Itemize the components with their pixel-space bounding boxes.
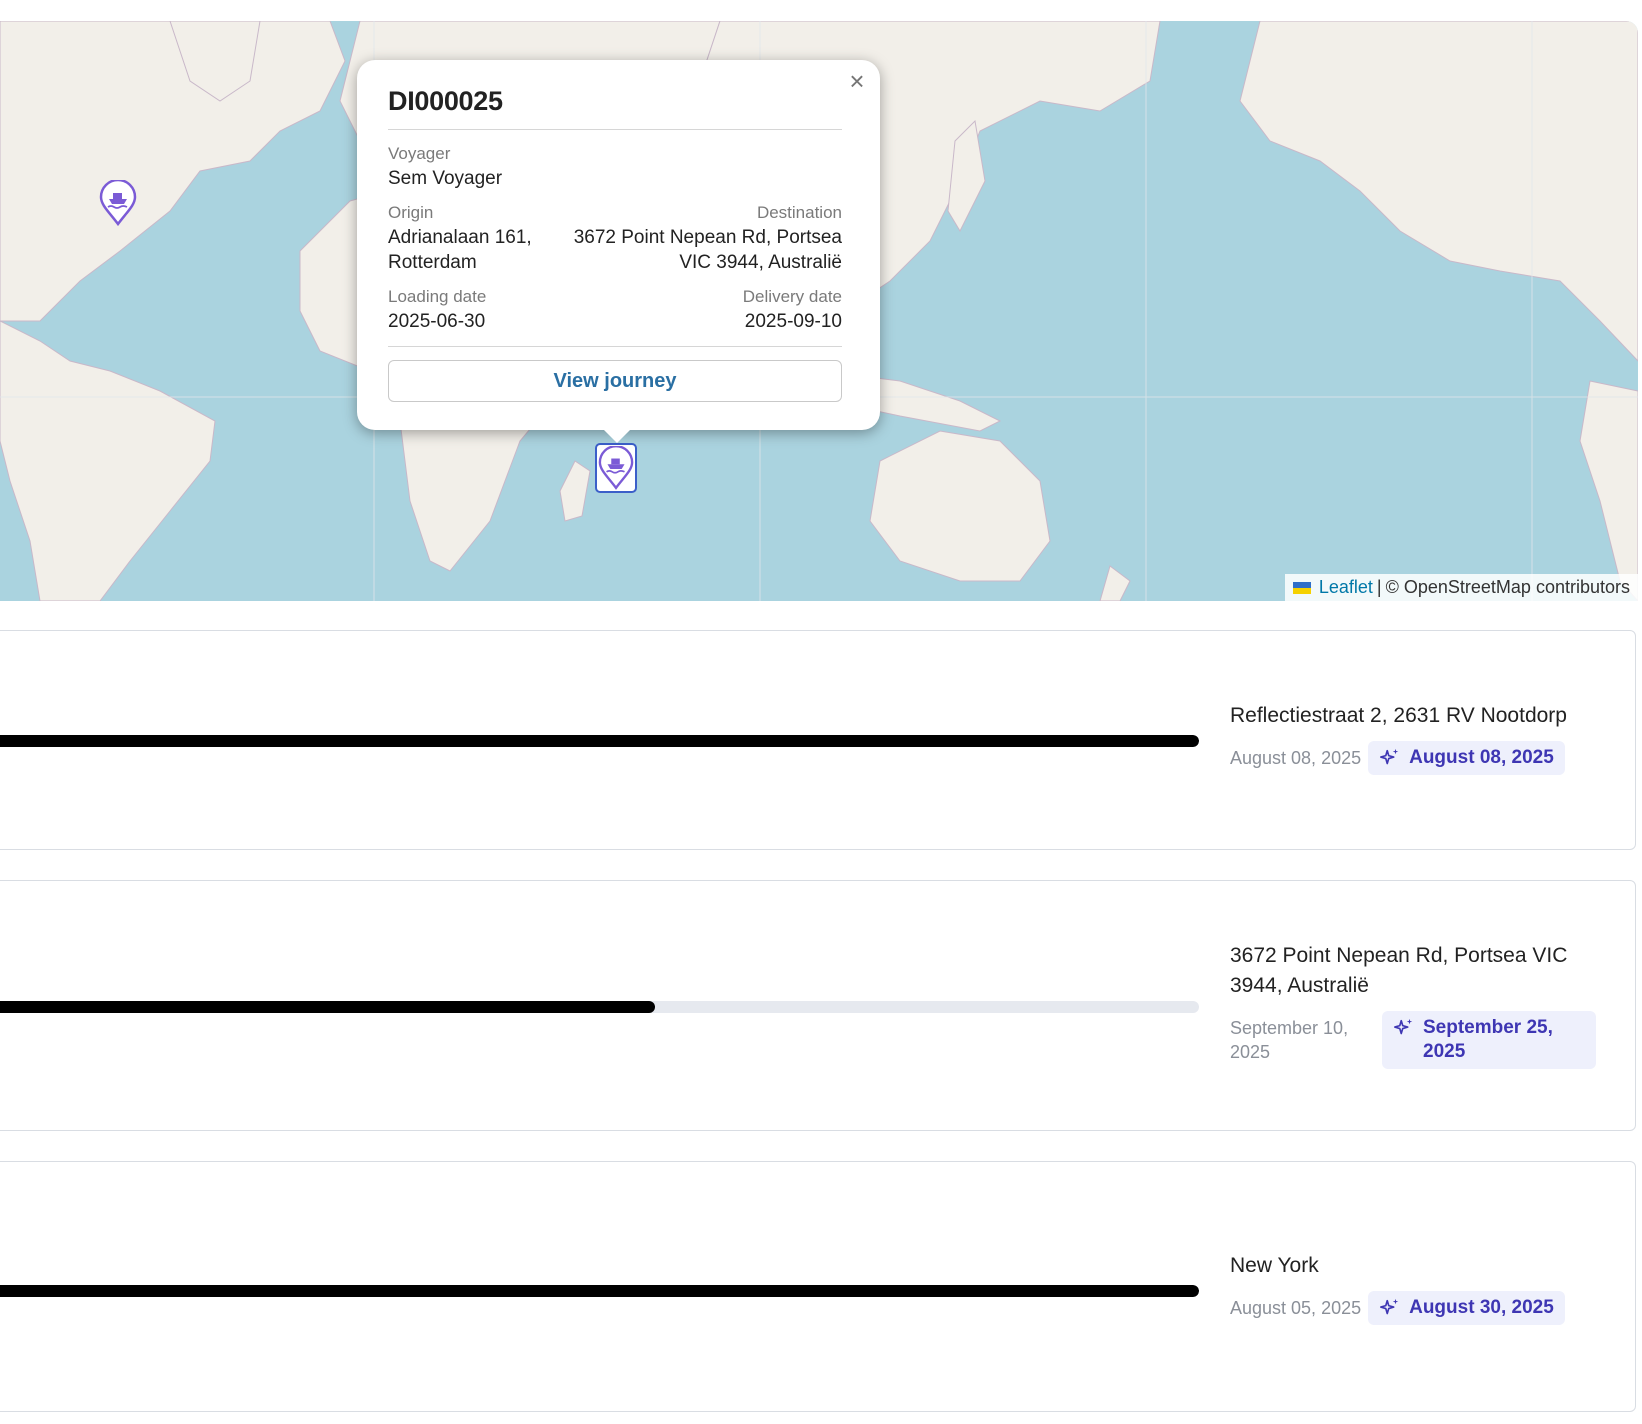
voyager-section: Voyager Sem Voyager	[388, 142, 842, 191]
planned-date: August 08, 2025	[1230, 748, 1362, 768]
popup-title: DI000025	[388, 86, 842, 130]
predicted-date-badge: August 30, 2025	[1368, 1291, 1565, 1325]
view-journey-button[interactable]: View journey	[388, 360, 842, 402]
predicted-date: September 25, 2025	[1423, 1017, 1553, 1062]
journey-card[interactable]: Reflectiestraat 2, 2631 RV Nootdorp Augu…	[0, 630, 1636, 850]
ukraine-flag-icon	[1292, 581, 1311, 594]
close-icon[interactable]: ×	[844, 68, 870, 94]
journey-destination-info: Reflectiestraat 2, 2631 RV Nootdorp Augu…	[1230, 701, 1567, 775]
voyager-label: Voyager	[388, 144, 451, 163]
journey-card[interactable]: New York August 05, 2025 August 30, 2025	[0, 1161, 1636, 1412]
popup-tip	[600, 426, 634, 443]
journey-progress-bar	[0, 735, 1199, 747]
dates-section: Loading date 2025-06-30 Delivery date 20…	[388, 285, 842, 347]
origin-label: Origin	[388, 203, 434, 222]
voyager-value: Sem Voyager	[388, 168, 503, 189]
destination-address: Reflectiestraat 2, 2631 RV Nootdorp	[1230, 704, 1567, 727]
predicted-date: August 30, 2025	[1409, 1297, 1554, 1318]
origin-value: Adrianalaan 161, Rotterdam	[388, 227, 532, 273]
map-attribution: Leaflet | © OpenStreetMap contributors	[1284, 574, 1638, 601]
journey-popup: × DI000025 Voyager Sem Voyager Origin Ad…	[357, 60, 880, 430]
selected-marker[interactable]	[595, 443, 637, 493]
leaflet-link[interactable]: Leaflet	[1319, 577, 1373, 598]
progress-fill	[0, 735, 1199, 747]
loading-date-label: Loading date	[388, 287, 487, 306]
planned-date: September 10, 2025	[1230, 1018, 1349, 1062]
destination-address: 3672 Point Nepean Rd, Portsea VIC 3944, …	[1230, 944, 1568, 997]
ship-location-marker-icon	[598, 446, 634, 490]
progress-fill	[0, 1285, 1199, 1297]
planned-date: August 05, 2025	[1230, 1298, 1362, 1318]
journey-destination-info: 3672 Point Nepean Rd, Portsea VIC 3944, …	[1230, 941, 1610, 1069]
destination-address: New York	[1230, 1254, 1319, 1277]
delivery-date-label: Delivery date	[742, 287, 842, 306]
attribution-separator: |	[1376, 577, 1382, 597]
predicted-date-badge: August 08, 2025	[1368, 741, 1565, 775]
sparkle-icon	[1394, 1018, 1413, 1035]
predicted-date-badge: September 25, 2025	[1382, 1011, 1596, 1069]
destination-value: 3672 Point Nepean Rd, Portsea VIC 3944, …	[573, 227, 842, 273]
predicted-date: August 08, 2025	[1409, 747, 1554, 768]
journey-destination-info: New York August 05, 2025 August 30, 2025	[1230, 1251, 1565, 1325]
delivery-date-value: 2025-09-10	[744, 311, 842, 332]
route-section: Origin Adrianalaan 161, Rotterdam Destin…	[388, 201, 842, 275]
journey-card[interactable]: 3672 Point Nepean Rd, Portsea VIC 3944, …	[0, 880, 1636, 1131]
ship-location-marker-icon[interactable]	[99, 180, 137, 226]
journey-progress-bar	[0, 1285, 1199, 1297]
sparkle-icon	[1380, 1298, 1399, 1315]
journey-progress-bar	[0, 1001, 1199, 1013]
progress-fill	[0, 1001, 655, 1013]
sparkle-icon	[1380, 748, 1399, 765]
destination-label: Destination	[756, 203, 842, 222]
osm-attribution-text: © OpenStreetMap contributors	[1385, 577, 1630, 597]
loading-date-value: 2025-06-30	[388, 311, 486, 332]
